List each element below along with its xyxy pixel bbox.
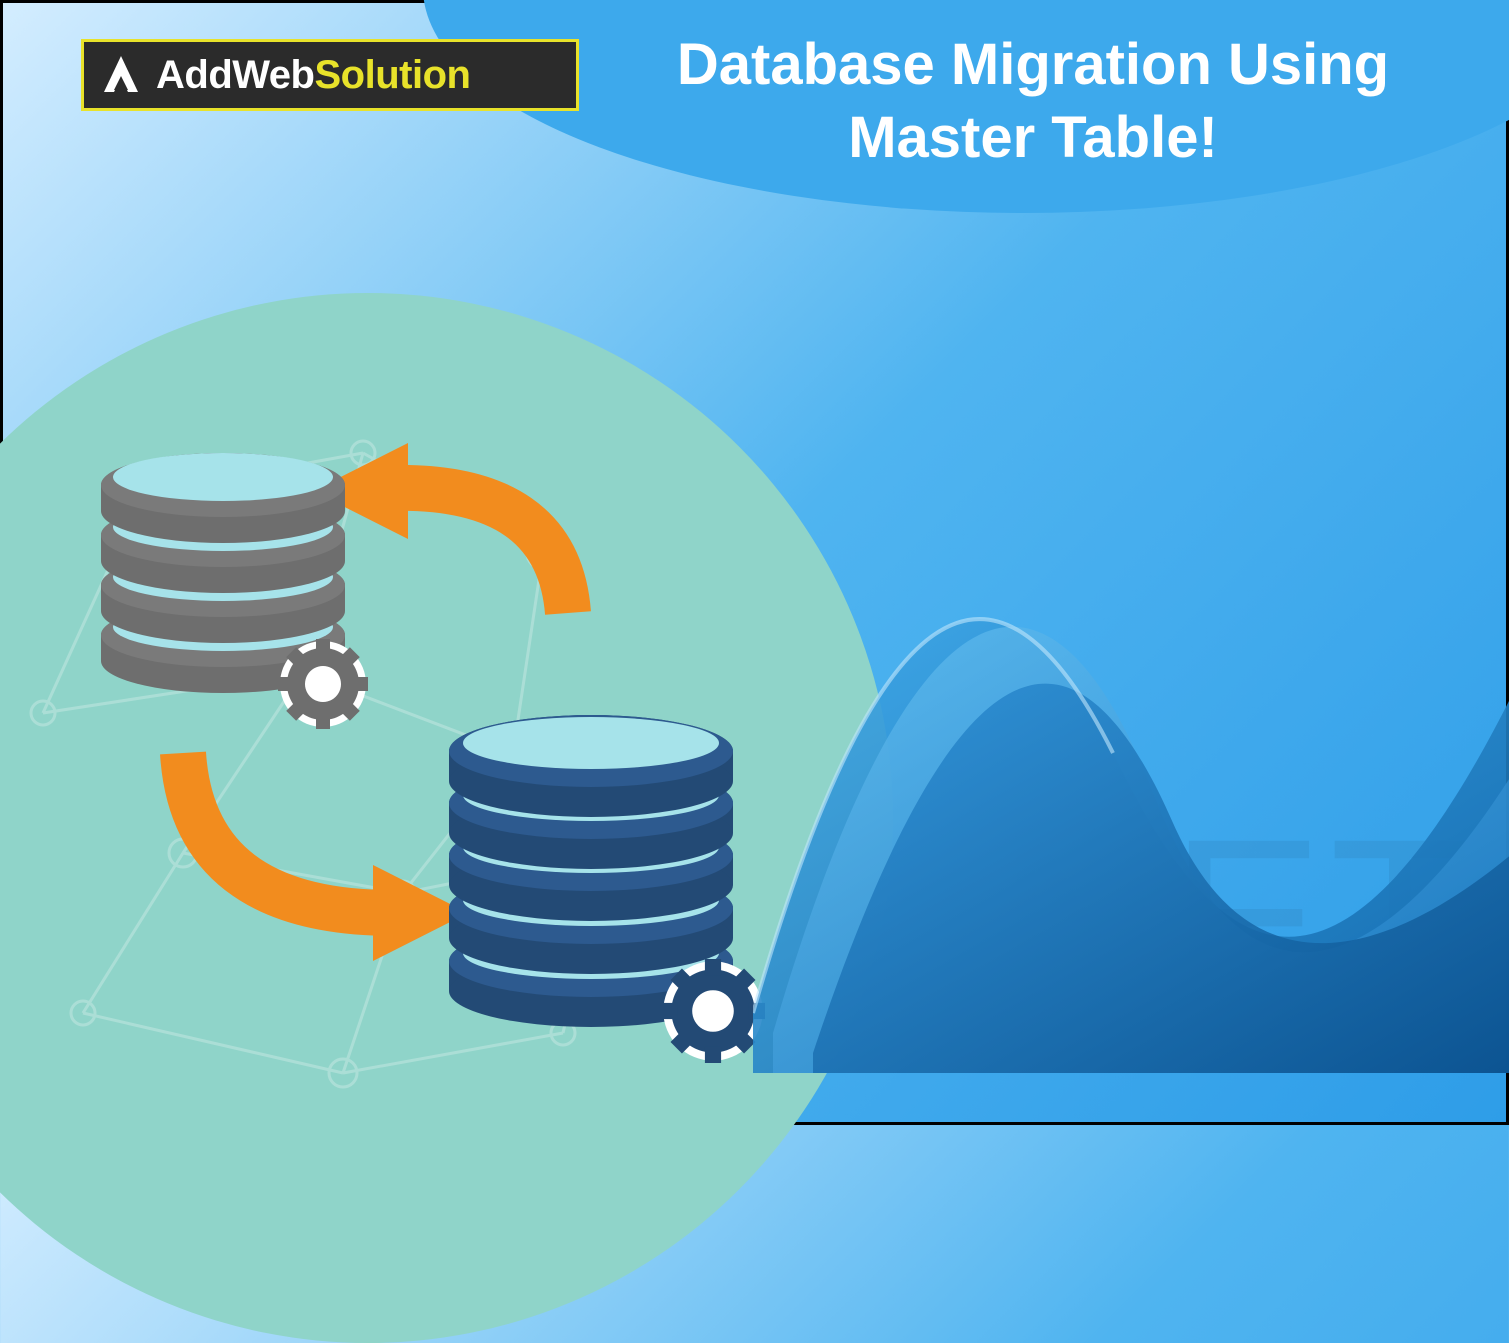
page-title: Database Migration Using Master Table!: [603, 29, 1463, 174]
curved-arrow-down-icon: [143, 733, 473, 963]
dotnet-wave-icon: [753, 393, 1509, 1073]
gear-icon: [661, 959, 765, 1063]
title-line-1: Database Migration Using: [677, 32, 1389, 97]
company-logo-text: AddWebSolution: [156, 53, 470, 98]
triangle-logo-icon: [98, 52, 144, 98]
company-logo-badge: AddWebSolution: [81, 39, 579, 111]
gear-icon: [278, 639, 368, 729]
curved-arrow-up-icon: [308, 443, 608, 643]
database-migration-illustration: [83, 453, 863, 1093]
title-line-2: Master Table!: [848, 105, 1218, 170]
